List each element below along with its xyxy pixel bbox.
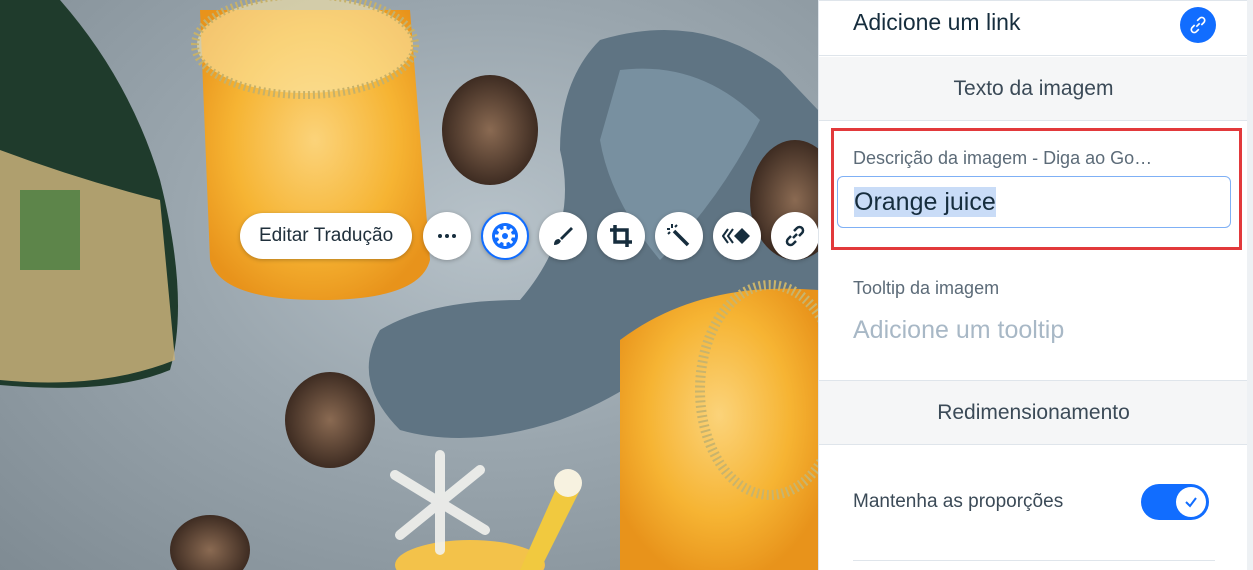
image-description-label: Descrição da imagem - Diga ao Go… [853,148,1153,168]
image-tooltip-input[interactable]: Adicione um tooltip [853,316,1064,345]
add-link-button[interactable] [1180,7,1216,43]
crop-icon [610,225,633,247]
image-tooltip-label: Tooltip da imagem [853,278,1000,298]
section-resize: Redimensionamento [819,381,1248,445]
keep-ratio-toggle[interactable] [1141,484,1209,520]
more-icon [438,234,457,238]
more-actions-button[interactable] [423,212,472,260]
link-icon [1190,16,1206,34]
add-link-label: Adicione um link [853,9,1021,35]
animation-button[interactable] [713,212,762,260]
image-description-value: Orange juice [854,187,996,217]
settings-icon [492,223,519,249]
image-canvas[interactable] [0,0,818,570]
edit-translation-button[interactable]: Editar Tradução [240,213,413,259]
element-toolbar: Editar Tradução [240,212,829,260]
image-description-input[interactable]: Orange juice [837,176,1231,228]
magic-wand-icon [667,224,690,247]
brush-icon [554,227,574,245]
crop-button[interactable] [597,212,646,260]
animation-icon [722,228,751,244]
orange-juice-photo [0,0,818,570]
check-icon [1185,497,1197,508]
add-link-row[interactable]: Adicione um link [819,0,1248,56]
design-button[interactable] [539,212,588,260]
link-button[interactable] [771,212,820,260]
section-image-text: Texto da imagem [819,57,1248,121]
panel-scrollbar[interactable] [1247,0,1253,570]
keep-ratio-label: Mantenha as proporções [853,491,1064,512]
divider [853,560,1215,561]
enhance-button[interactable] [655,212,704,260]
settings-button[interactable] [481,212,530,260]
toggle-knob [1176,487,1206,517]
link-icon [785,225,805,247]
image-settings-panel: Adicione um link Texto da imagem Descriç… [818,0,1253,570]
